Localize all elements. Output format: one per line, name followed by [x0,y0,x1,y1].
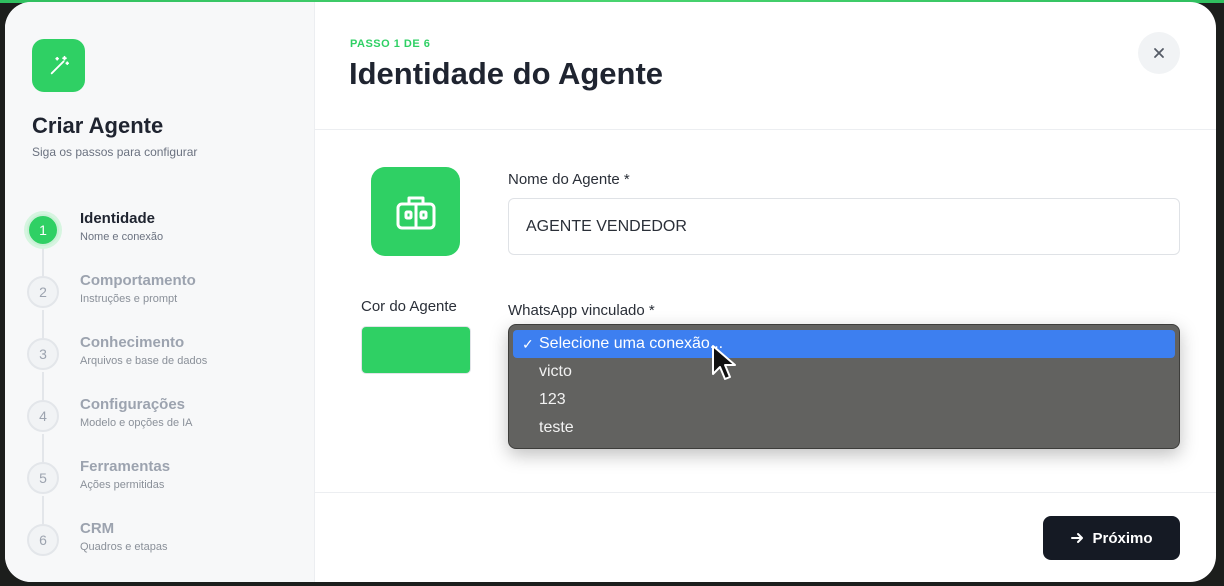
step-description: Nome e conexão [80,231,164,243]
agent-color-label: Cor do Agente [361,298,457,315]
close-icon [1154,48,1164,58]
dropdown-option[interactable]: teste [513,414,1175,442]
step-connector [42,434,44,462]
step-number: 2 [27,276,59,308]
next-button[interactable]: Próximo [1043,516,1180,560]
step-label: CRM [80,520,115,537]
step-connector [42,310,44,338]
step-comportamento[interactable]: 2 Comportamento Instruções e prompt [27,272,307,338]
dropdown-option-selected[interactable]: ✓ Selecione uma conexão... [513,330,1175,358]
step-description: Modelo e opções de IA [80,417,193,429]
step-connector [42,248,44,276]
step-connector [42,372,44,400]
mouse-cursor-icon [712,345,736,380]
step-number: 5 [27,462,59,494]
step-description: Instruções e prompt [80,293,178,305]
wizard-steps: 1 Identidade Nome e conexão 2 Comportame… [27,210,307,582]
step-label: Conhecimento [80,334,185,351]
step-description: Arquivos e base de dados [80,355,208,367]
page-title: Identidade do Agente [349,56,664,91]
wizard-header: PASSO 1 DE 6 Identidade do Agente [315,2,1216,130]
agent-name-input[interactable] [508,198,1180,255]
agent-color-picker[interactable] [361,326,471,374]
step-label: Comportamento [80,272,196,289]
whatsapp-label: WhatsApp vinculado * [508,302,655,319]
option-label: Selecione uma conexão... [539,335,724,352]
sidebar-subtitle: Siga os passos para configurar [32,145,198,159]
arrow-right-icon [1071,533,1084,543]
step-number: 3 [27,338,59,370]
sidebar-title: Criar Agente [32,113,164,138]
step-label: Ferramentas [80,458,171,475]
step-counter: PASSO 1 DE 6 [350,38,431,50]
step-ferramentas[interactable]: 5 Ferramentas Ações permitidas [27,458,307,524]
step-description: Quadros e etapas [80,541,168,553]
step-crm[interactable]: 6 CRM Quadros e etapas [27,520,307,582]
magic-wand-icon [32,39,85,92]
option-label: 123 [539,391,566,408]
step-identidade[interactable]: 1 Identidade Nome e conexão [27,210,307,276]
next-button-label: Próximo [1092,529,1153,547]
option-label: victo [539,363,572,380]
robot-icon [396,196,435,229]
wizard-sidebar: Criar Agente Siga os passos para configu… [5,2,315,582]
step-label: Identidade [80,210,156,227]
step-description: Ações permitidas [80,479,165,491]
step-configuracoes[interactable]: 4 Configurações Modelo e opções de IA [27,396,307,462]
wizard-main: PASSO 1 DE 6 Identidade do Agente Cor do… [315,2,1216,582]
step-conhecimento[interactable]: 3 Conhecimento Arquivos e base de dados [27,334,307,400]
step-connector [42,496,44,524]
agent-name-label: Nome do Agente * [508,171,630,188]
close-button[interactable] [1138,32,1180,74]
step-number: 6 [27,524,59,556]
create-agent-modal: Criar Agente Siga os passos para configu… [5,2,1216,582]
agent-avatar[interactable] [371,167,460,256]
step-number: 4 [27,400,59,432]
step-number: 1 [27,214,59,246]
checkmark-icon: ✓ [522,336,534,352]
footer-divider [315,492,1216,493]
option-label: teste [539,419,574,436]
step-label: Configurações [80,396,186,413]
whatsapp-dropdown[interactable]: ✓ Selecione uma conexão... victo 123 tes… [508,324,1180,449]
dropdown-option[interactable]: victo [513,358,1175,386]
dropdown-option[interactable]: 123 [513,386,1175,414]
